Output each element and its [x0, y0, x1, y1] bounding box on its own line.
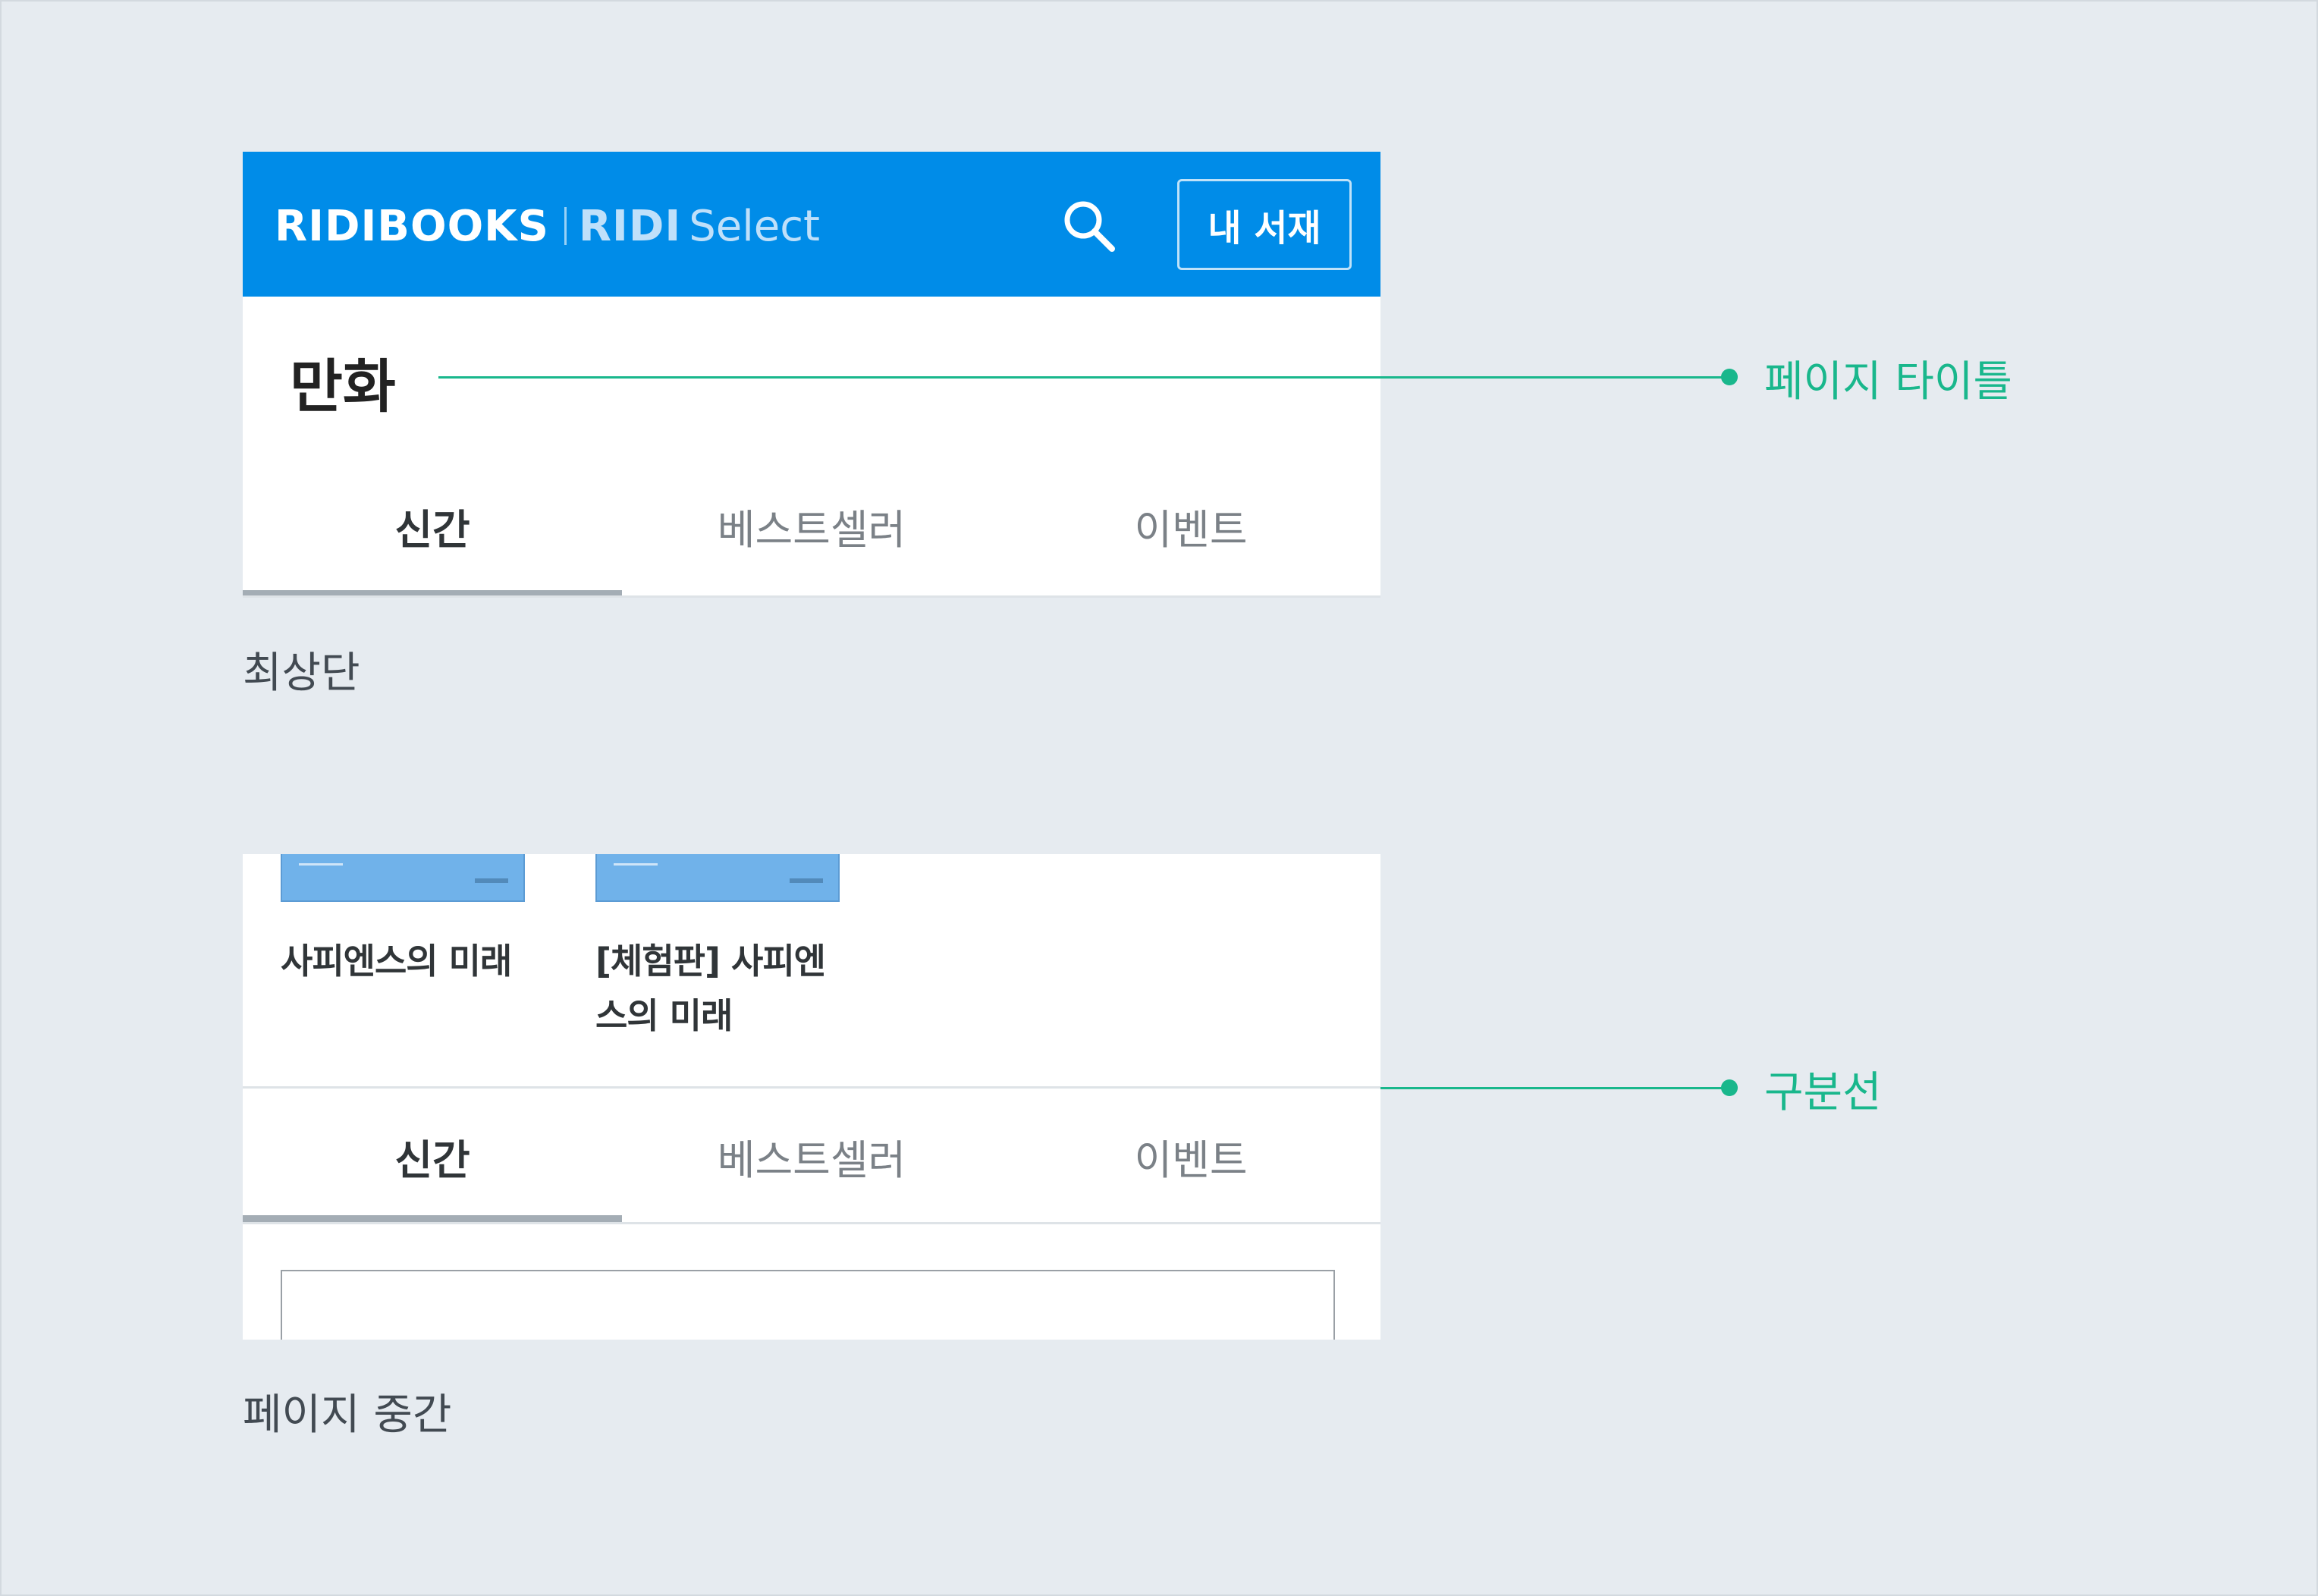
logo-separator — [564, 207, 567, 245]
caption-middle: 페이지 중간 — [243, 1390, 452, 1440]
cover-decoration — [790, 878, 823, 883]
my-library-button[interactable]: 내 서재 — [1177, 179, 1352, 270]
tab-events[interactable]: 이벤트 — [1001, 1089, 1380, 1223]
logo-select-text: Select — [689, 201, 820, 251]
annotation-leader-line — [438, 376, 1729, 379]
caption-top: 최상단 — [243, 649, 360, 698]
annotation-dot — [1721, 369, 1738, 385]
content-placeholder-box — [281, 1270, 1335, 1340]
search-icon — [1064, 201, 1115, 252]
book-title-line: 사피엔스의 미래 — [281, 941, 512, 982]
annotation-leader-line — [1380, 1087, 1729, 1089]
book-item[interactable]: [체험판] 사피엔 스의 미래 — [595, 854, 840, 1043]
tab-bar-top: 신간 베스트셀러 이벤트 — [243, 454, 1380, 598]
tab-bestsellers[interactable]: 베스트셀러 — [622, 454, 1001, 598]
tab-new-releases[interactable]: 신간 — [243, 454, 622, 598]
book-item[interactable]: 사피엔스의 미래 — [281, 854, 525, 988]
tab-new-releases[interactable]: 신간 — [243, 1089, 622, 1223]
tab-bestsellers[interactable]: 베스트셀러 — [622, 1089, 1001, 1223]
tab-events[interactable]: 이벤트 — [1001, 454, 1380, 598]
book-cover[interactable] — [281, 854, 525, 902]
book-cover[interactable] — [595, 854, 840, 902]
tab-label: 베스트셀러 — [717, 1136, 906, 1184]
search-button[interactable] — [1057, 194, 1121, 258]
tab-label: 베스트셀러 — [717, 505, 906, 554]
book-title-line: 스의 미래 — [595, 995, 733, 1036]
tab-label: 이벤트 — [1134, 505, 1248, 554]
logo-ridi-text: RIDI — [578, 201, 682, 251]
cover-decoration — [475, 878, 508, 883]
section-divider — [243, 1086, 1380, 1089]
tab-label: 이벤트 — [1134, 1136, 1248, 1184]
annotation-dot — [1721, 1079, 1738, 1096]
book-title[interactable]: 사피엔스의 미래 — [281, 934, 525, 988]
cover-decoration — [614, 863, 658, 866]
logo-ridibooks-text: RIDIBOOKS — [275, 201, 549, 251]
book-title-line: [체험판] 사피엔 — [595, 941, 826, 982]
tab-label: 신간 — [394, 1136, 470, 1184]
tab-bar-bottom-border — [243, 1222, 1380, 1224]
middle-of-page-mockup: 사피엔스의 미래 [체험판] 사피엔 스의 미래 신간 베스트셀러 이벤트 — [243, 854, 1380, 1340]
tab-bar-bottom-border — [243, 595, 1380, 598]
ridibooks-logo[interactable]: RIDIBOOKS RIDI Select — [275, 197, 820, 255]
page-title: 만화 — [290, 353, 396, 420]
cover-decoration — [299, 863, 343, 866]
annotation-divider: 구분선 — [1764, 1068, 1882, 1117]
tab-label: 신간 — [394, 505, 470, 554]
top-of-page-mockup: RIDIBOOKS RIDI Select 내 서재 만화 신간 베스트셀러 이… — [243, 152, 1380, 598]
global-navigation-bar: RIDIBOOKS RIDI Select 내 서재 — [243, 152, 1380, 297]
annotation-page-title: 페이지 타이틀 — [1764, 357, 2012, 407]
book-title[interactable]: [체험판] 사피엔 스의 미래 — [595, 934, 840, 1043]
tab-bar-sticky: 신간 베스트셀러 이벤트 — [243, 1089, 1380, 1223]
